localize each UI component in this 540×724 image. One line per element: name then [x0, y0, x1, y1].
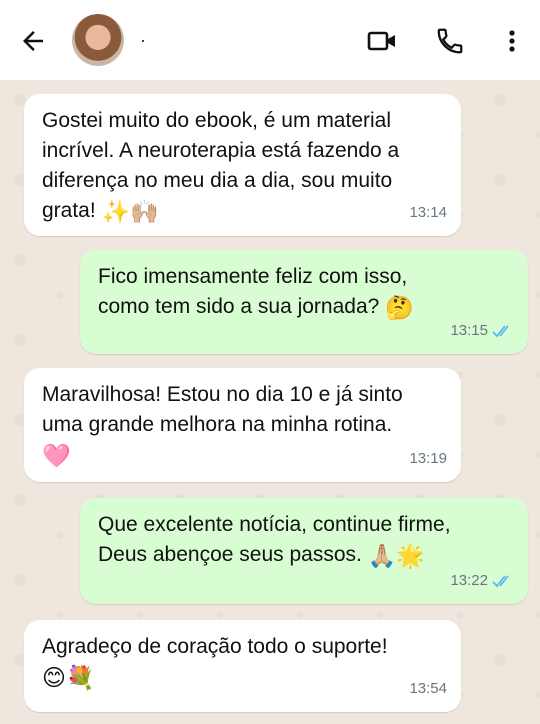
message-text: Agradeço de coração todo o suporte! — [42, 635, 388, 658]
message-bubble-incoming[interactable]: Gostei muito do ebook, é um material inc… — [24, 94, 461, 236]
message-bubble-outgoing[interactable]: Que excelente notícia, continue firme, D… — [80, 498, 528, 604]
message-time: 13:54 — [409, 680, 447, 697]
message-text: 😊💐 — [42, 662, 445, 692]
emoji: 🤔 — [385, 294, 414, 321]
message-text: Que excelente notícia, continue firme, — [98, 513, 451, 536]
message-text: diferença no meu dia a dia, sou muito — [42, 169, 393, 192]
emoji: 🙏🏼🌟 — [367, 542, 425, 569]
phone-icon[interactable] — [434, 26, 466, 56]
contact-name[interactable]: · — [140, 30, 146, 51]
read-receipt-icon — [492, 325, 509, 338]
back-arrow-icon[interactable] — [18, 26, 48, 56]
message-text: 🩷 — [42, 440, 445, 470]
message-time: 13:22 — [450, 566, 514, 596]
emoji: ✨🙌🏼 — [101, 198, 159, 225]
message-bubble-outgoing[interactable]: Fico imensamente feliz com isso, como te… — [80, 250, 528, 354]
video-call-icon[interactable] — [366, 26, 398, 56]
avatar[interactable] — [72, 14, 124, 66]
message-text: Maravilhosa! Estou no dia 10 e já sinto — [42, 383, 403, 406]
emoji: 😊💐 — [42, 664, 95, 691]
message-time: 13:19 — [409, 450, 447, 467]
message-text: grata! ✨🙌🏼 — [42, 198, 159, 225]
emoji: 🩷 — [42, 442, 71, 469]
more-options-icon[interactable] — [496, 26, 528, 56]
message-text: Fico imensamente feliz com isso, — [98, 265, 408, 288]
message-time: 13:14 — [409, 204, 447, 221]
chat-header: · — [0, 0, 540, 80]
message-bubble-incoming[interactable]: Agradeço de coração todo o suporte! 😊💐 1… — [24, 620, 461, 712]
message-time: 13:15 — [450, 316, 514, 346]
read-receipt-icon — [492, 575, 509, 588]
message-text: incrível. A neuroterapia está fazendo a — [42, 139, 400, 162]
message-text: uma grande melhora na minha rotina. — [42, 413, 393, 436]
message-bubble-incoming[interactable]: Maravilhosa! Estou no dia 10 e já sinto … — [24, 368, 461, 482]
message-text: Gostei muito do ebook, é um material — [42, 109, 392, 132]
chat-area[interactable]: Gostei muito do ebook, é um material inc… — [0, 80, 540, 724]
